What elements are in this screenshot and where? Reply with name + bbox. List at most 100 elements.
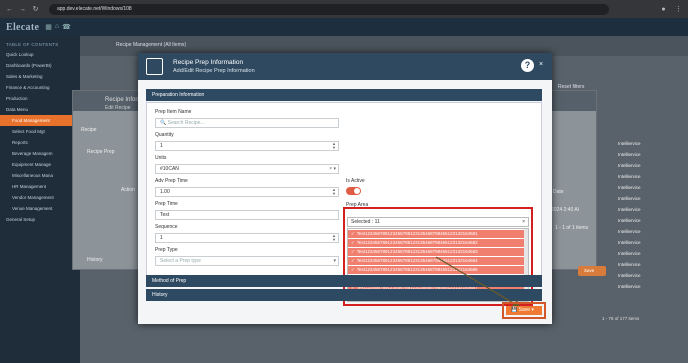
app-header: Elecate ▦ ⌂ ☎	[0, 18, 688, 36]
save-icon: 💾	[511, 307, 518, 313]
sequence-label: Sequence	[155, 224, 178, 230]
stepper-arrows-icon[interactable]: ▲ ▼	[332, 142, 336, 150]
quantity-stepper[interactable]: 1 ▲ ▼	[155, 141, 339, 151]
history-label[interactable]: History	[87, 257, 103, 263]
sequence-stepper[interactable]: 1 ▲ ▼	[155, 233, 339, 243]
sidebar-item-vendor[interactable]: Vendor Management	[0, 192, 80, 203]
sidebar: TABLE OF CONTENTS Quick Lookup Dashboard…	[0, 36, 80, 363]
quantity-value: 1	[160, 143, 163, 149]
grid-icon[interactable]: ▦	[45, 23, 52, 31]
background-save-label: Save	[584, 268, 595, 273]
prep-type-label: Prep Type	[155, 247, 178, 253]
prep-time-input[interactable]: Test	[155, 210, 339, 220]
prep-item-name-label: Prep Item Name	[155, 109, 192, 115]
preparation-form: Prep Item Name 🔍 Search Recipe... Quanti…	[146, 102, 542, 306]
list-item: Intelliervice	[618, 218, 641, 223]
sidebar-item-data-menu[interactable]: Data Menu	[0, 104, 80, 115]
prep-type-select[interactable]: Select a Prep type ▾	[155, 256, 339, 266]
sidebar-item-venue[interactable]: Venue Management	[0, 203, 80, 214]
prep-area-item-label: Test123456789123456789123135468798465123…	[356, 249, 478, 254]
help-icon[interactable]: ?	[521, 59, 534, 72]
sidebar-item-misc[interactable]: Miscellaneous Mana	[0, 170, 80, 181]
back-icon[interactable]: ←	[6, 6, 13, 13]
account-icon[interactable]: ●	[660, 6, 667, 13]
page-title: Recipe Management (All Items)	[116, 42, 187, 48]
prep-type-placeholder: Select a Prep type	[160, 258, 201, 264]
forward-icon[interactable]: →	[19, 6, 26, 13]
sidebar-item-beverage[interactable]: Beverage Managem	[0, 148, 80, 159]
modal-header: Recipe Prep Information Add/Edit Recipe …	[138, 53, 552, 80]
reload-icon[interactable]: ↻	[32, 6, 39, 13]
sidebar-item-hr[interactable]: HR Management	[0, 181, 80, 192]
list-item[interactable]: ✓Test12345678912345678912313546879846512…	[348, 230, 528, 238]
pager-text: 1 - 78 of 177 items	[602, 316, 640, 321]
selected-count-text: Selected : 11	[351, 219, 380, 225]
sidebar-item-select-food[interactable]: Select Food Mgt	[0, 126, 80, 137]
check-icon: ✓	[351, 231, 355, 236]
list-item[interactable]: ✓Test12345678912345678912313546879846512…	[348, 239, 528, 247]
list-item: Intelliervice	[618, 163, 641, 168]
address-bar[interactable]: app.dev.elecate.net/Windows/108	[49, 3, 609, 15]
recipe-modal-subtitle: Edit Recipe	[105, 105, 131, 111]
column-date: Date	[553, 189, 564, 195]
list-item: Intelliervice	[618, 229, 641, 234]
row-date: 2024 2:40 Al	[551, 207, 579, 213]
background-save-button[interactable]: Save	[578, 266, 606, 276]
chevron-down-icon[interactable]: ▾	[531, 307, 534, 313]
check-icon: ✓	[351, 267, 355, 272]
clear-selection-icon[interactable]: ×	[522, 218, 525, 226]
chevron-down-icon[interactable]: ▾	[333, 257, 336, 265]
sidebar-item-equipment[interactable]: Equipment Manage	[0, 159, 80, 170]
close-icon[interactable]: ×	[539, 61, 543, 68]
modal-subtitle: Add/Edit Recipe Prep Information	[173, 68, 255, 74]
edit-icon	[146, 58, 163, 75]
search-icon: 🔍	[160, 120, 167, 126]
sidebar-item-quick-lookup[interactable]: Quick Lookup	[0, 49, 80, 60]
list-item: Intelliervice	[618, 284, 641, 289]
home-icon[interactable]: ⌂	[55, 23, 59, 31]
is-active-label: Is Active	[346, 178, 365, 184]
prep-area-item-label: Test123456789123456789123135468798465123…	[356, 231, 478, 236]
recipe-prep-modal: Recipe Prep Information Add/Edit Recipe …	[138, 53, 552, 324]
list-item: Intelliervice	[618, 251, 641, 256]
save-button[interactable]: 💾 Save ▾	[506, 306, 542, 315]
list-item: Intelliervice	[618, 262, 641, 267]
tab-recipe[interactable]: Recipe	[81, 127, 97, 133]
list-item: Intelliervice	[618, 273, 641, 278]
browser-toolbar: ← → ↻ app.dev.elecate.net/Windows/108 ● …	[0, 0, 688, 18]
adv-prep-time-value: 1.00	[160, 189, 170, 195]
sidebar-item-finance[interactable]: Finance & Accounting	[0, 82, 80, 93]
sidebar-item-dashboards[interactable]: Dashboards (PowerBI)	[0, 60, 80, 71]
search-placeholder: Search Recipe...	[167, 120, 205, 126]
list-item: Intelliervice	[618, 207, 641, 212]
sidebar-item-production[interactable]: Production	[0, 93, 80, 104]
save-label: Save	[518, 307, 531, 313]
tab-recipe-prep[interactable]: Recipe Prep	[87, 149, 115, 155]
stepper-arrows-icon[interactable]: ▲ ▼	[332, 188, 336, 196]
check-icon: ✓	[351, 240, 355, 245]
background-column: Intelliervice Intelliervice Intelliervic…	[618, 138, 678, 292]
sidebar-item-reports[interactable]: Reports	[0, 137, 80, 148]
section-preparation-information[interactable]: Preparation Information	[146, 89, 542, 101]
list-item: Intelliervice	[618, 141, 641, 146]
list-item: Intelliervice	[618, 185, 641, 190]
check-icon: ✓	[351, 258, 355, 263]
prep-area-item-label: Test123456789123456789123135468798465123…	[356, 240, 478, 245]
items-count: 1 - 1 of 1 items	[555, 225, 589, 231]
selected-count[interactable]: Selected : 11 ×	[347, 217, 529, 227]
menu-icon[interactable]: ⋮	[675, 6, 682, 13]
stepper-arrows-icon[interactable]: ▲ ▼	[332, 234, 336, 242]
sidebar-item-general-setup[interactable]: General Setup	[0, 214, 80, 225]
prep-item-search-input[interactable]: 🔍 Search Recipe...	[155, 118, 339, 128]
adv-prep-time-stepper[interactable]: 1.00 ▲ ▼	[155, 187, 339, 197]
prep-time-label: Prep Time	[155, 201, 178, 207]
sidebar-item-sales[interactable]: Sales & Marketing	[0, 71, 80, 82]
sidebar-item-food-management[interactable]: Food Management	[0, 115, 80, 126]
adv-prep-time-label: Adv Prep Time	[155, 178, 188, 184]
phone-icon[interactable]: ☎	[62, 23, 71, 31]
quantity-label: Quantity	[155, 132, 174, 138]
clear-dropdown-icon[interactable]: × ▾	[329, 165, 336, 173]
is-active-toggle[interactable]	[346, 187, 361, 195]
units-select[interactable]: #10CAN × ▾	[155, 164, 339, 174]
units-label: Units	[155, 155, 167, 161]
